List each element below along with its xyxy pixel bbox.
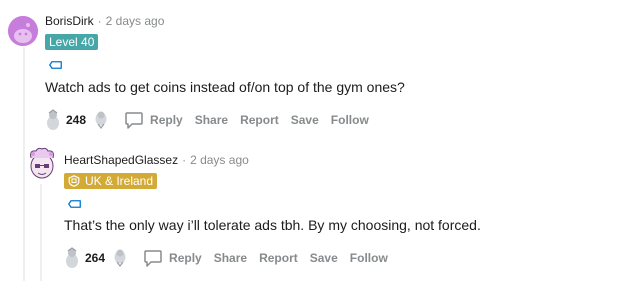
user-flair: Level 40 [45, 34, 99, 50]
comment-borisdirk: BorisDirk · 2 days ago Level 40 Watch ad… [0, 0, 639, 140]
vote-score: 248 [66, 113, 87, 127]
tag-icon [49, 61, 62, 69]
downvote-icon[interactable] [92, 109, 110, 131]
reply-label: Reply [169, 251, 202, 265]
save-button[interactable]: Save [291, 113, 319, 127]
report-button[interactable]: Report [259, 251, 298, 265]
shield-icon [68, 175, 80, 187]
comment-heartshapedglassez: HeartShapedGlassez · 2 days ago UK & Ire… [0, 140, 639, 281]
upvote-icon[interactable] [44, 109, 62, 131]
user-flair-label: Level 40 [49, 35, 95, 49]
vote-score: 264 [85, 251, 106, 265]
comment-body: That’s the only way i’ll tolerate ads tb… [64, 217, 481, 233]
tag-icon [68, 200, 81, 208]
reply-button[interactable]: Reply [143, 248, 202, 268]
reply-icon [144, 250, 162, 267]
user-flair-label: UK & Ireland [85, 174, 154, 188]
comment-actions: 264 Reply Share Report Save Follow [63, 247, 388, 269]
meta-separator: · [182, 153, 187, 167]
report-button[interactable]: Report [240, 113, 279, 127]
author-name[interactable]: HeartShapedGlassez [64, 153, 178, 167]
comment-body: Watch ads to get coins instead of/on top… [45, 79, 405, 95]
user-flair: UK & Ireland [64, 173, 158, 189]
follow-button[interactable]: Follow [331, 113, 369, 127]
comment-meta: HeartShapedGlassez · 2 days ago [64, 153, 249, 167]
comment-meta: BorisDirk · 2 days ago [45, 14, 164, 28]
share-button[interactable]: Share [214, 251, 247, 265]
upvote-icon[interactable] [63, 247, 81, 269]
avatar[interactable] [8, 16, 38, 46]
save-button[interactable]: Save [310, 251, 338, 265]
follow-button[interactable]: Follow [350, 251, 388, 265]
reply-icon [125, 112, 143, 129]
reply-label: Reply [150, 113, 183, 127]
meta-separator: · [97, 14, 102, 28]
avatar-snoo-icon [8, 16, 38, 46]
timestamp[interactable]: 2 days ago [190, 153, 249, 167]
share-button[interactable]: Share [195, 113, 228, 127]
author-name[interactable]: BorisDirk [45, 14, 94, 28]
comment-actions: 248 Reply Share Report Save Follow [44, 109, 369, 131]
avatar-snoo-icon [30, 147, 54, 179]
avatar[interactable] [26, 146, 58, 184]
timestamp[interactable]: 2 days ago [106, 14, 165, 28]
reply-button[interactable]: Reply [124, 110, 183, 130]
downvote-icon[interactable] [111, 247, 129, 269]
